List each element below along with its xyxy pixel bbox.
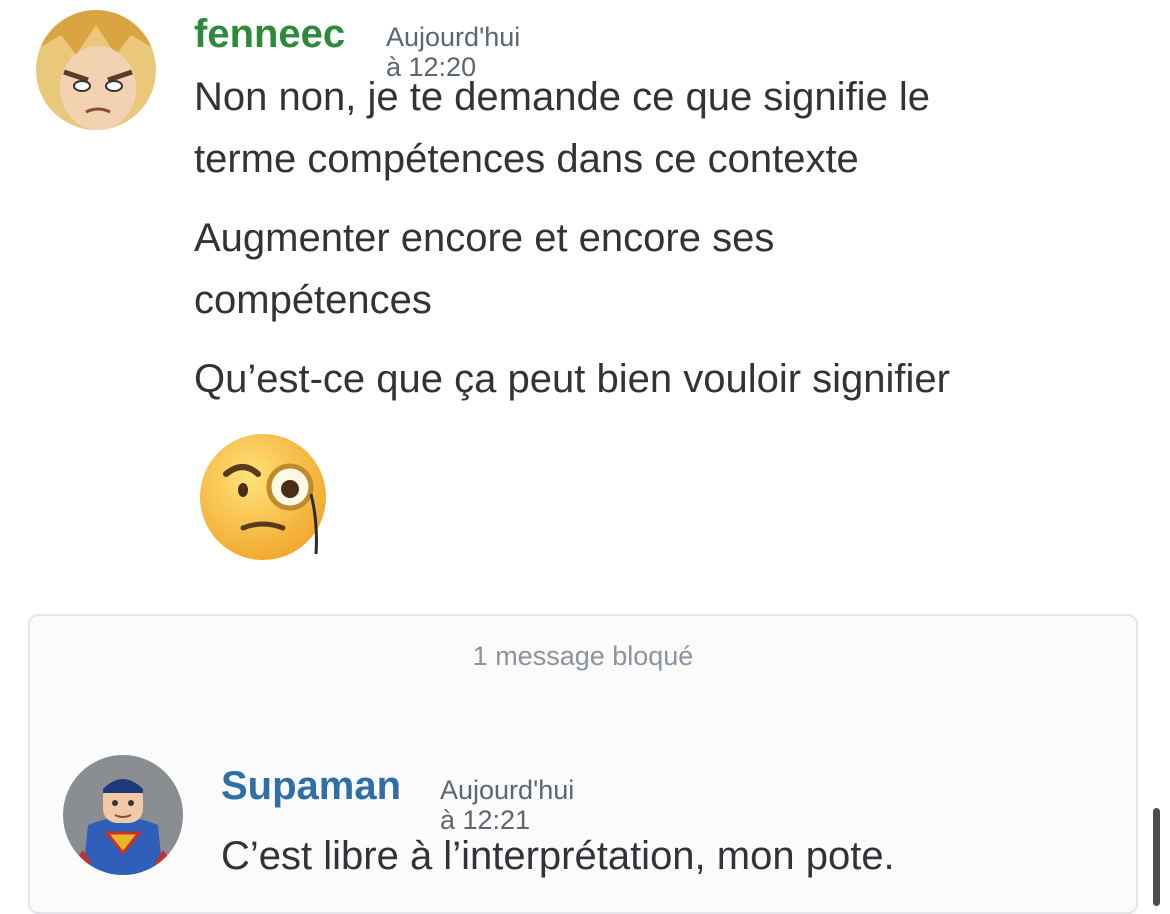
message-text-line: terme compétences dans ce contexte <box>194 137 859 181</box>
message-text-line: Augmenter encore et encore ses <box>194 216 775 260</box>
message-text-line: compétences <box>194 278 432 322</box>
message-text-line: Non non, je te demande ce que signifie l… <box>194 75 931 119</box>
superhero-avatar-icon <box>63 755 183 875</box>
user-avatar-fenneec[interactable] <box>36 10 156 130</box>
blocked-message-label[interactable]: 1 message bloqué <box>30 640 1136 672</box>
face-with-monocle-emoji-icon <box>198 432 338 562</box>
anime-character-avatar-icon <box>36 10 156 130</box>
message-text-line: Qu’est-ce que ça peut bien vouloir signi… <box>194 357 950 401</box>
user-avatar-supaman[interactable] <box>63 755 183 875</box>
scrollbar-thumb[interactable] <box>1153 808 1160 906</box>
message-text-line: C’est libre à l’interprétation, mon pote… <box>221 834 895 878</box>
username[interactable]: Supaman <box>221 764 401 808</box>
username[interactable]: fenneec <box>194 12 345 56</box>
